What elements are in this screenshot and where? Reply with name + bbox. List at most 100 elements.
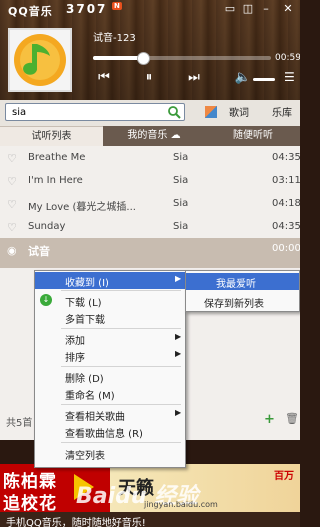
menu-item-label: 排序 <box>65 353 85 364</box>
song-duration: 04:35 <box>272 152 300 163</box>
tab-my-music-label: 我的音乐 <box>127 130 168 141</box>
song-name: Sunday <box>28 221 66 232</box>
menu-item-sort[interactable]: 排序 ▶ <box>35 347 185 364</box>
mini-mode-button[interactable]: ◫ <box>240 2 256 16</box>
skin-palette-icon[interactable] <box>205 106 217 118</box>
pause-icon[interactable]: ⏸ <box>140 70 158 85</box>
new-badge: N <box>112 2 122 10</box>
submenu-arrow-icon: ▶ <box>175 332 182 341</box>
ad-banner[interactable]: 陈柏霖 追校花 天籁 百万 Baidu 经验 jingyan.baidu.com <box>0 464 300 514</box>
volume-slider[interactable] <box>253 78 275 81</box>
menu-item-related-songs[interactable]: 查看相关歌曲 ▶ <box>35 406 185 423</box>
table-row-playing[interactable]: ◉ 试音 00:00 <box>0 238 300 268</box>
music-note-icon <box>14 34 66 86</box>
menu-item-label: 重命名 (M) <box>65 391 115 402</box>
menu-item-song-info[interactable]: 查看歌曲信息 (R) <box>35 423 185 440</box>
menu-item-download[interactable]: ↓ 下载 (L) <box>35 292 185 309</box>
search-icon[interactable] <box>167 105 181 119</box>
menu-item-rename[interactable]: 重命名 (M) <box>35 385 185 402</box>
heart-icon[interactable]: ♡ <box>7 221 17 234</box>
app-brand: QQ音乐 <box>8 5 53 18</box>
table-row[interactable]: ♡ My Love (暮光之城插... Sia 04:18 <box>0 192 300 215</box>
menu-item-delete[interactable]: 删除 (D) <box>35 368 185 385</box>
close-button[interactable]: ✕ <box>280 2 296 16</box>
heart-icon[interactable]: ♡ <box>7 175 17 188</box>
submenu-arrow-icon: ▶ <box>175 408 182 417</box>
search-row <box>0 100 300 126</box>
progress-bar[interactable] <box>93 52 271 65</box>
song-name: My Love (暮光之城插... <box>28 202 136 213</box>
song-name: I'm In Here <box>28 175 83 186</box>
minimize-button[interactable]: – <box>258 2 274 16</box>
skin-button[interactable]: ▭ <box>222 2 238 16</box>
previous-icon[interactable]: ⏮ <box>95 70 113 85</box>
qq-music-window: QQ音乐 3707 N ▭ ◫ – ✕ 试音-123 00:59 ⏮ ⏸ ⏭ 🔈… <box>0 0 300 527</box>
song-duration: 04:35 <box>272 221 300 232</box>
tab-bar: 试听列表 我的音乐 ☁ 随便听听 <box>0 126 300 147</box>
song-artist: Sia <box>173 198 189 209</box>
menu-item-add[interactable]: 添加 ▶ <box>35 330 185 347</box>
song-artist: Sia <box>173 221 189 232</box>
menu-divider <box>61 328 181 329</box>
menu-divider <box>61 404 181 405</box>
menu-item-batch-download[interactable]: 多首下载 <box>35 309 185 326</box>
album-cover[interactable] <box>8 28 72 92</box>
song-duration: 00:00 <box>272 243 300 254</box>
submenu-arrow-icon: ▶ <box>175 274 182 283</box>
ad-tag: 百万 <box>274 471 294 482</box>
add-icon[interactable]: + <box>264 412 275 427</box>
watermark-url: jingyan.baidu.com <box>144 500 218 509</box>
download-icon: ↓ <box>40 294 52 306</box>
menu-divider <box>61 366 181 367</box>
bottom-promo-text: 手机QQ音乐，随时随地好音乐! <box>6 518 146 527</box>
menu-item-label: 查看相关歌曲 <box>65 412 125 423</box>
menu-item-label: 收藏到 (I) <box>65 278 109 289</box>
tab-my-music[interactable]: 我的音乐 ☁ <box>106 126 202 146</box>
menu-item-label: 下载 (L) <box>65 298 102 309</box>
song-count: 共5首 <box>6 418 33 429</box>
song-duration: 04:18 <box>272 198 300 209</box>
search-box <box>5 103 185 121</box>
menu-item-label: 删除 (D) <box>65 374 104 385</box>
next-icon[interactable]: ⏭ <box>185 70 203 85</box>
progress-fill <box>93 56 143 60</box>
song-duration: 03:11 <box>272 175 300 186</box>
table-row[interactable]: ♡ Sunday Sia 04:35 <box>0 215 300 238</box>
submenu-arrow-icon: ▶ <box>175 349 182 358</box>
menu-divider <box>61 290 181 291</box>
context-menu: 收藏到 (I) ▶ ↓ 下载 (L) 多首下载 添加 ▶ 排序 ▶ 删除 (D) 重命名… <box>34 270 186 468</box>
current-time: 00:59 <box>275 53 300 63</box>
heart-icon[interactable]: ♡ <box>7 198 17 211</box>
menu-item-clear-list[interactable]: 清空列表 <box>35 445 185 462</box>
submenu-item-favorite[interactable]: 我最爱听 <box>186 273 299 290</box>
heart-icon[interactable]: ♡ <box>7 152 17 165</box>
progress-knob[interactable] <box>136 52 150 65</box>
ad-line2: 追校花 <box>3 494 57 514</box>
volume-icon[interactable]: 🔈 <box>234 70 252 85</box>
menu-item-label: 添加 <box>65 336 85 347</box>
table-row[interactable]: ♡ I'm In Here Sia 03:11 <box>0 169 300 192</box>
submenu-item-label: 保存到新列表 <box>204 299 264 310</box>
search-input[interactable] <box>12 105 162 119</box>
menu-item-label: 清空列表 <box>65 451 105 462</box>
song-name: Breathe Me <box>28 152 86 163</box>
collect-submenu: 我最爱听 保存到新列表 <box>185 270 300 312</box>
player-header: QQ音乐 3707 N ▭ ◫ – ✕ 试音-123 00:59 ⏮ ⏸ ⏭ 🔈… <box>0 0 300 100</box>
bottom-bar[interactable]: 手机QQ音乐，随时随地好音乐! <box>0 512 300 527</box>
tab-random-listen[interactable]: 随便听听 <box>206 126 300 146</box>
main-menu-icon[interactable]: ☰ <box>284 70 295 84</box>
playing-disc-icon: ◉ <box>7 244 17 257</box>
song-artist: Sia <box>173 152 189 163</box>
submenu-item-new-list[interactable]: 保存到新列表 <box>186 293 299 310</box>
library-button[interactable]: 乐库 <box>272 104 292 119</box>
menu-item-collect-to[interactable]: 收藏到 (I) ▶ <box>35 272 185 289</box>
lyrics-button[interactable]: 歌词 <box>229 104 249 119</box>
menu-item-label: 查看歌曲信息 (R) <box>65 429 143 440</box>
table-row[interactable]: ♡ Breathe Me Sia 04:35 <box>0 146 300 169</box>
tab-trial-list[interactable]: 试听列表 <box>0 126 103 147</box>
current-song-title: 试音-123 <box>93 33 136 44</box>
song-artist: Sia <box>173 175 189 186</box>
trash-icon[interactable]: 🗑 <box>285 412 299 425</box>
song-name: 试音 <box>28 245 50 258</box>
qq-number[interactable]: 3707 <box>66 2 107 16</box>
